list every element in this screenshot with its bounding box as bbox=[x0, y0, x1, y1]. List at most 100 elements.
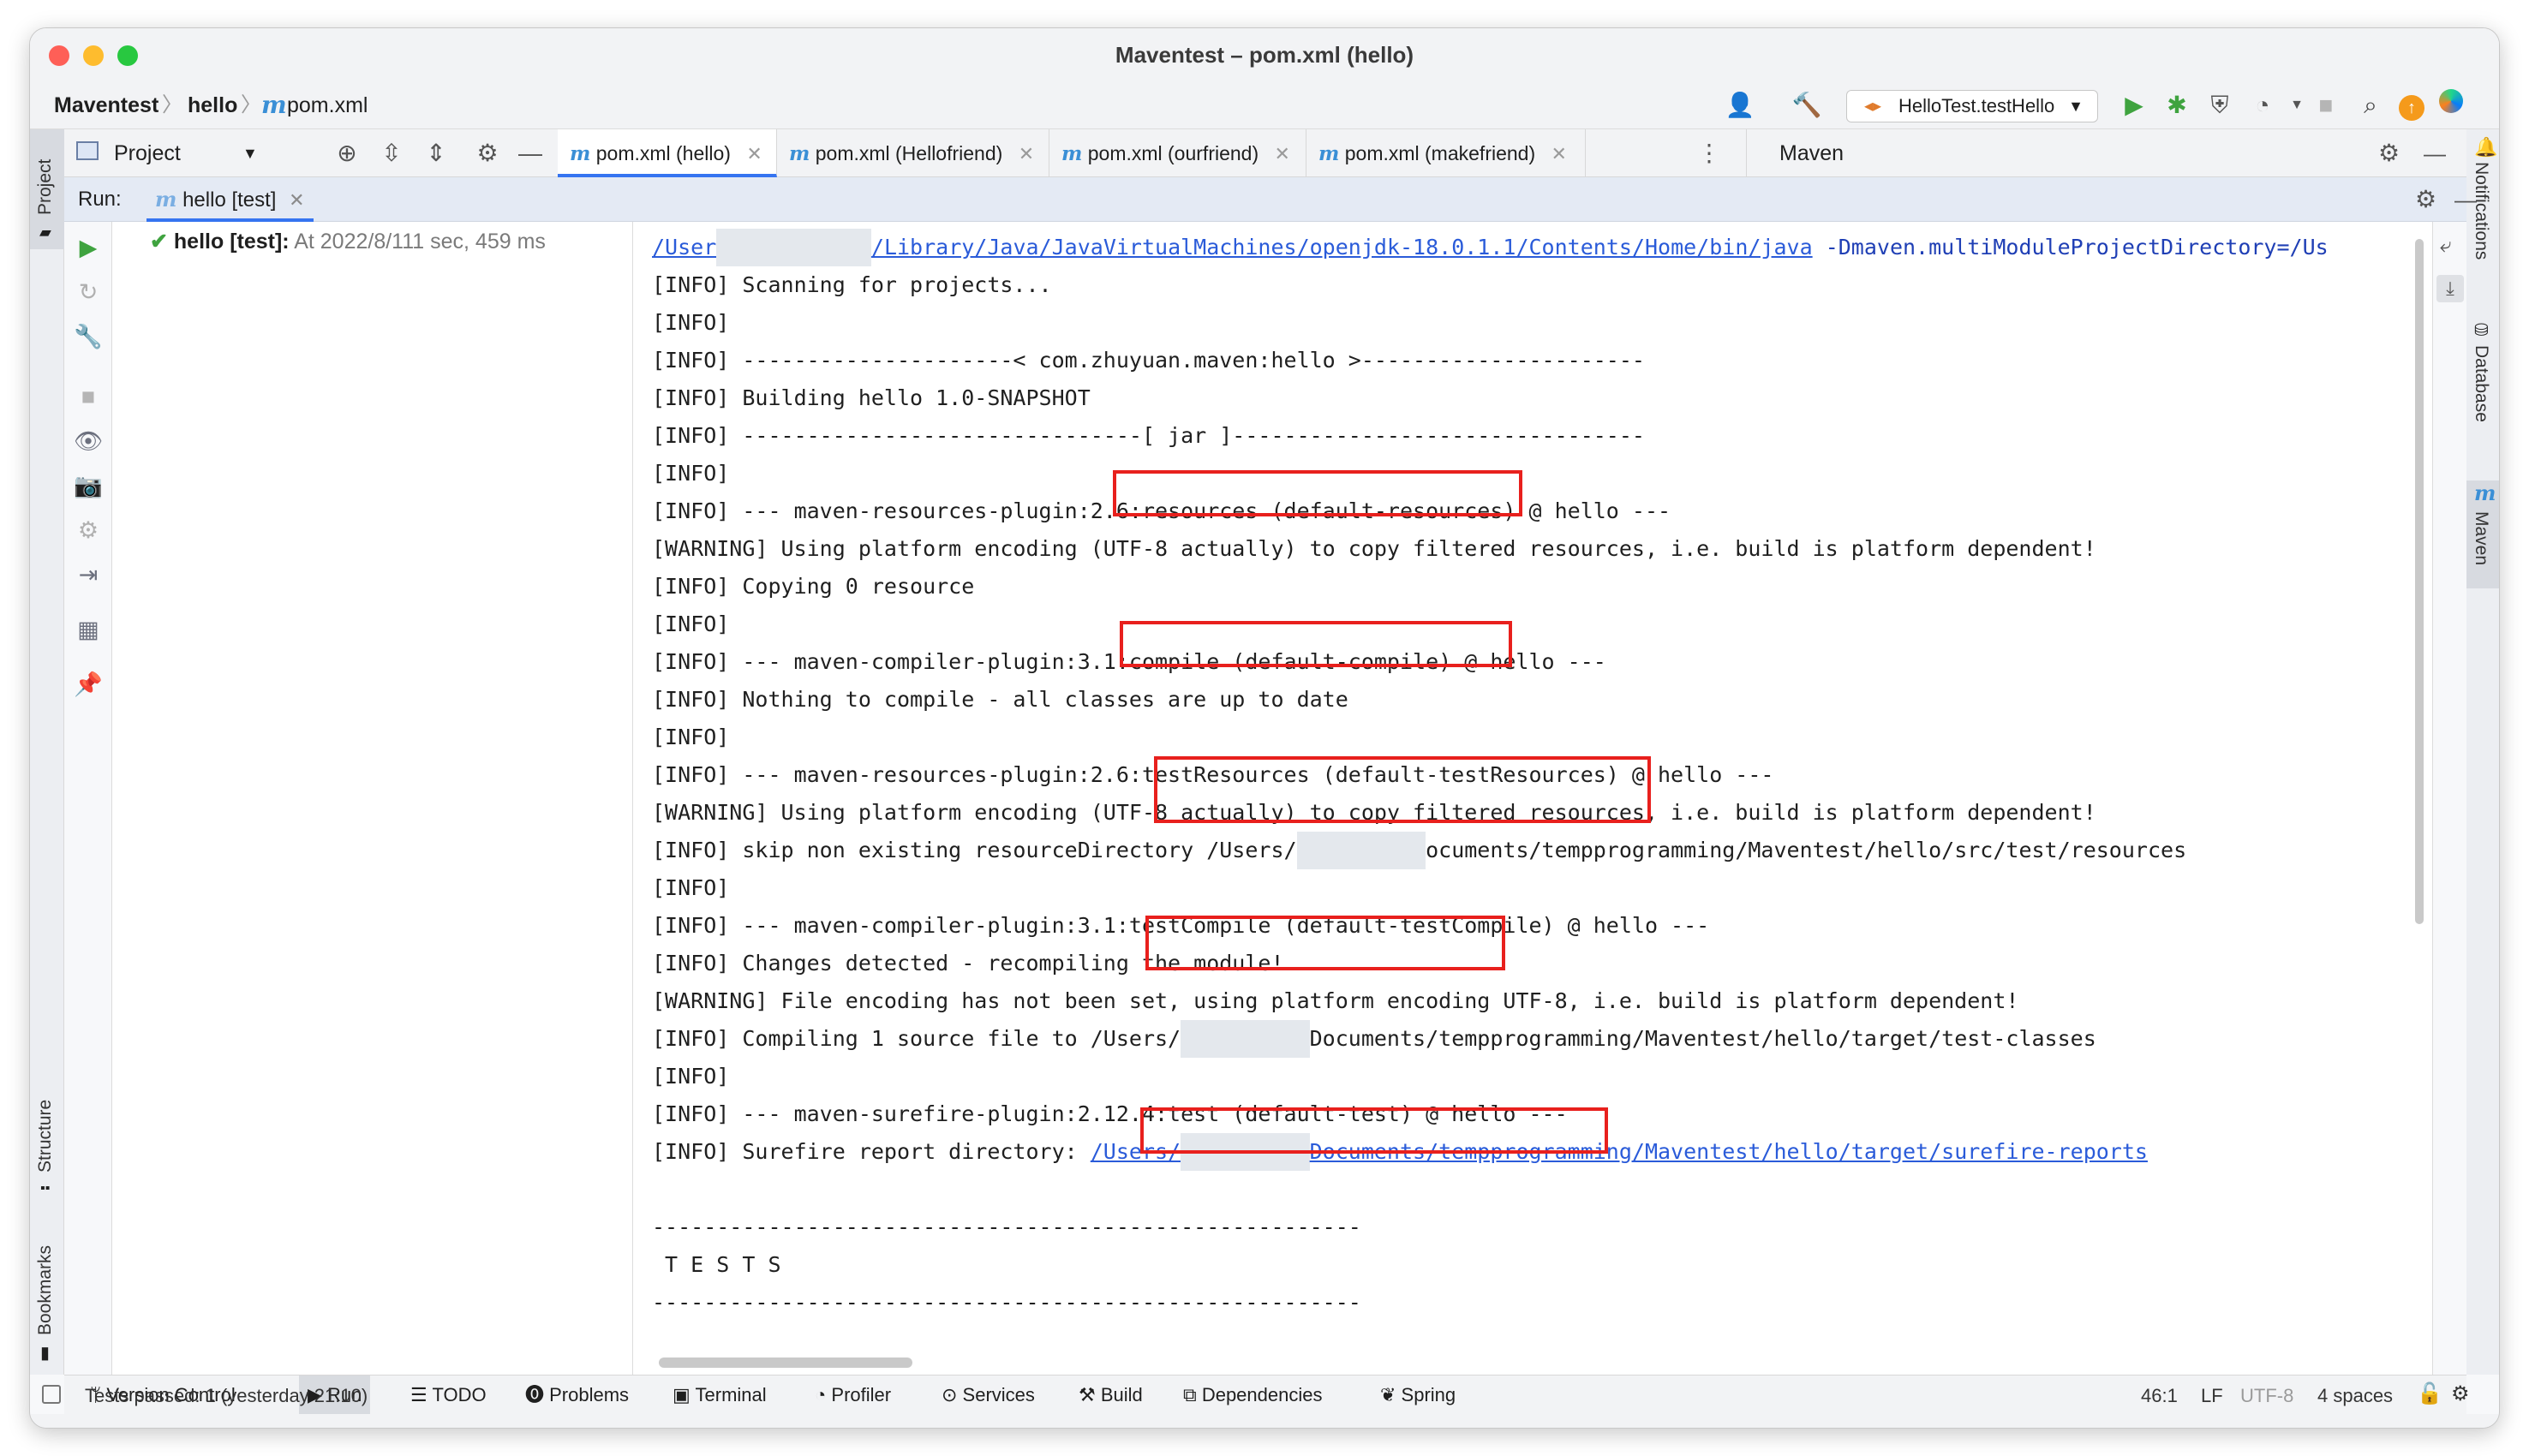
run-configuration-label: HelloTest.testHello bbox=[1898, 95, 2055, 116]
stop-icon[interactable]: ■ bbox=[71, 379, 105, 414]
java-path-link[interactable]: /User bbox=[652, 235, 716, 260]
breadcrumb-project[interactable]: Maventest bbox=[54, 81, 158, 129]
status-message[interactable]: Tests passed: 1 (yesterday 21:10) bbox=[85, 1385, 368, 1407]
more-tabs-icon[interactable]: ⋮ bbox=[1692, 136, 1726, 170]
hide-icon[interactable]: — bbox=[2424, 129, 2446, 177]
bookmarks-tool-button[interactable]: Bookmarks ▮ bbox=[30, 1234, 64, 1363]
lock-icon[interactable]: 🔓 bbox=[2417, 1381, 2442, 1406]
pin-icon[interactable]: 📌 bbox=[71, 667, 105, 701]
breadcrumb-file[interactable]: pom.xml bbox=[287, 81, 368, 129]
chevron-down-icon[interactable]: ▼ bbox=[242, 129, 258, 177]
run-tab-hello-test[interactable]: m hello [test] ✕ bbox=[146, 177, 314, 222]
close-icon[interactable]: ✕ bbox=[1275, 143, 1290, 164]
project-panel-title[interactable]: Project bbox=[114, 129, 181, 177]
close-icon[interactable]: ✕ bbox=[289, 189, 304, 211]
vertical-scrollbar[interactable] bbox=[2415, 239, 2424, 924]
tab-build[interactable]: ⚒ Build bbox=[1079, 1375, 1143, 1415]
indent-setting[interactable]: 4 spaces bbox=[2317, 1385, 2393, 1407]
maven-panel-title[interactable]: Maven bbox=[1779, 141, 1844, 165]
tab-label: pom.xml (hello) bbox=[595, 142, 731, 164]
gear-icon[interactable]: ⚙ bbox=[470, 136, 505, 170]
console-line: [INFO] Nothing to compile - all classes … bbox=[652, 687, 1348, 712]
database-icon[interactable]: ⛁ bbox=[2474, 319, 2489, 341]
project-tool-button[interactable]: Project ▰ bbox=[30, 129, 64, 249]
status-bar-strip bbox=[30, 1414, 2499, 1428]
tab-spring[interactable]: ❦ Spring bbox=[1380, 1375, 1456, 1415]
run-configuration-select[interactable]: ◂▸ HelloTest.testHello ▼ bbox=[1846, 90, 2098, 122]
hide-icon[interactable]: — bbox=[513, 136, 547, 170]
run-tab-label: hello [test] bbox=[182, 188, 277, 212]
panel-toggle-icon[interactable] bbox=[42, 1385, 61, 1404]
tab-pom-hello[interactable]: m pom.xml (hello) ✕ bbox=[558, 129, 777, 177]
inspection-icon[interactable]: ⚙ bbox=[2451, 1381, 2470, 1406]
run-toolbar: ▶ ↻ 🔧 ■ 👁 📷 ⚙ ⇥ ▦ 📌 bbox=[64, 222, 112, 1375]
collapse-all-icon[interactable]: ⇕ bbox=[419, 136, 453, 170]
maven-tool-button[interactable]: m Maven bbox=[2466, 480, 2499, 588]
horizontal-scrollbar[interactable] bbox=[659, 1358, 912, 1368]
tab-label: pom.xml (ourfriend) bbox=[1087, 142, 1259, 164]
tab-terminal[interactable]: ▣ Terminal bbox=[673, 1375, 767, 1415]
run-icon[interactable]: ▶ bbox=[2117, 88, 2151, 122]
debug-icon[interactable]: ✱ bbox=[2160, 88, 2194, 122]
java-path-link[interactable]: /Library/Java/JavaVirtualMachines/openjd… bbox=[871, 235, 1813, 260]
update-icon[interactable]: ↑ bbox=[2394, 88, 2429, 122]
tab-pom-makefriend[interactable]: m pom.xml (makefriend) ✕ bbox=[1306, 129, 1586, 177]
scroll-to-end-icon[interactable]: ⤓ bbox=[2436, 275, 2464, 302]
bookmarks-tool-label: Bookmarks bbox=[35, 1244, 55, 1335]
account-icon[interactable]: 👤 bbox=[1723, 88, 1757, 122]
tab-pom-ourfriend[interactable]: m pom.xml (ourfriend) ✕ bbox=[1049, 129, 1306, 177]
test-node-hello[interactable]: ✔ hello [test]: At 2022/8/111 sec, 459 m… bbox=[150, 229, 546, 254]
gear-icon[interactable]: ⚙ bbox=[2415, 177, 2436, 222]
console-line: T E S T S bbox=[652, 1252, 781, 1277]
file-encoding[interactable]: UTF-8 bbox=[2240, 1385, 2293, 1407]
caret-position[interactable]: 46:1 bbox=[2141, 1385, 2178, 1407]
wrench-icon[interactable]: 🔧 bbox=[71, 319, 105, 354]
test-results-tree: ✔ hello [test]: At 2022/8/111 sec, 459 m… bbox=[112, 222, 633, 1375]
search-icon[interactable]: ⌕ bbox=[2353, 88, 2388, 122]
hide-icon[interactable]: — bbox=[2454, 177, 2477, 222]
breadcrumb-module[interactable]: hello bbox=[188, 81, 237, 129]
tab-label: Dependencies bbox=[1201, 1384, 1323, 1405]
tab-label: Profiler bbox=[831, 1384, 892, 1405]
gear-icon[interactable]: ⚙ bbox=[71, 513, 105, 547]
tab-dependencies[interactable]: ⧉ Dependencies bbox=[1183, 1375, 1323, 1415]
tab-services[interactable]: ⊙ Services bbox=[942, 1375, 1035, 1415]
close-icon[interactable]: ✕ bbox=[746, 143, 762, 164]
terminal-icon: ▣ bbox=[673, 1384, 696, 1405]
tab-profiler[interactable]: ◔ Profiler bbox=[815, 1375, 891, 1415]
stop-icon[interactable]: ■ bbox=[2309, 88, 2343, 122]
coverage-icon[interactable]: ⛨ bbox=[2203, 88, 2237, 122]
console-line: /User /Library/Java/JavaVirtualMachines/… bbox=[652, 229, 2329, 266]
left-tool-strip: Project ▰ Structure ▪▪ Bookmarks ▮ bbox=[30, 129, 64, 1375]
eye-icon[interactable]: 👁 bbox=[71, 424, 105, 458]
soft-wrap-icon[interactable]: ⤶ bbox=[2440, 234, 2451, 258]
gear-icon[interactable]: ⚙ bbox=[2378, 129, 2400, 177]
tab-todo[interactable]: ☰ TODO bbox=[410, 1375, 487, 1415]
locate-icon[interactable]: ⊕ bbox=[330, 136, 364, 170]
database-tool-label[interactable]: Database bbox=[2471, 345, 2491, 422]
rerun-failed-icon[interactable]: ↻ bbox=[71, 275, 105, 309]
console-line: [INFO] Compiling 1 source file to /Users… bbox=[652, 1020, 2329, 1058]
redacted-region bbox=[1296, 832, 1426, 869]
ide-logo-icon[interactable] bbox=[2434, 88, 2468, 122]
close-icon[interactable]: ✕ bbox=[1019, 143, 1034, 164]
import-icon[interactable]: ⇥ bbox=[71, 558, 105, 592]
line-separator[interactable]: LF bbox=[2201, 1385, 2223, 1407]
maven-file-icon: m bbox=[1318, 142, 1340, 165]
tab-problems[interactable]: ⓿ Problems bbox=[525, 1375, 629, 1415]
structure-tool-button[interactable]: Structure ▪▪ bbox=[30, 1080, 64, 1200]
close-icon[interactable]: ✕ bbox=[1551, 143, 1567, 164]
expand-all-icon[interactable]: ⇳ bbox=[374, 136, 409, 170]
notifications-icon[interactable]: 🔔 bbox=[2474, 136, 2497, 158]
test-config-icon: ◂▸ bbox=[1864, 97, 1882, 116]
tab-pom-hellofriend[interactable]: m pom.xml (Hellofriend) ✕ bbox=[777, 129, 1049, 177]
console-output[interactable]: /User /Library/Java/JavaVirtualMachines/… bbox=[633, 222, 2432, 1375]
redacted-region bbox=[716, 229, 871, 266]
highlight-box-testresources bbox=[1154, 756, 1651, 823]
tab-label: Spring bbox=[1401, 1384, 1456, 1405]
build-hammer-icon[interactable]: 🔨 bbox=[1790, 88, 1824, 122]
layout-icon[interactable]: ▦ bbox=[71, 612, 105, 647]
rerun-icon[interactable]: ▶ bbox=[71, 230, 105, 265]
camera-icon[interactable]: 📷 bbox=[71, 468, 105, 503]
profile-icon[interactable]: ◔ bbox=[2245, 88, 2280, 122]
